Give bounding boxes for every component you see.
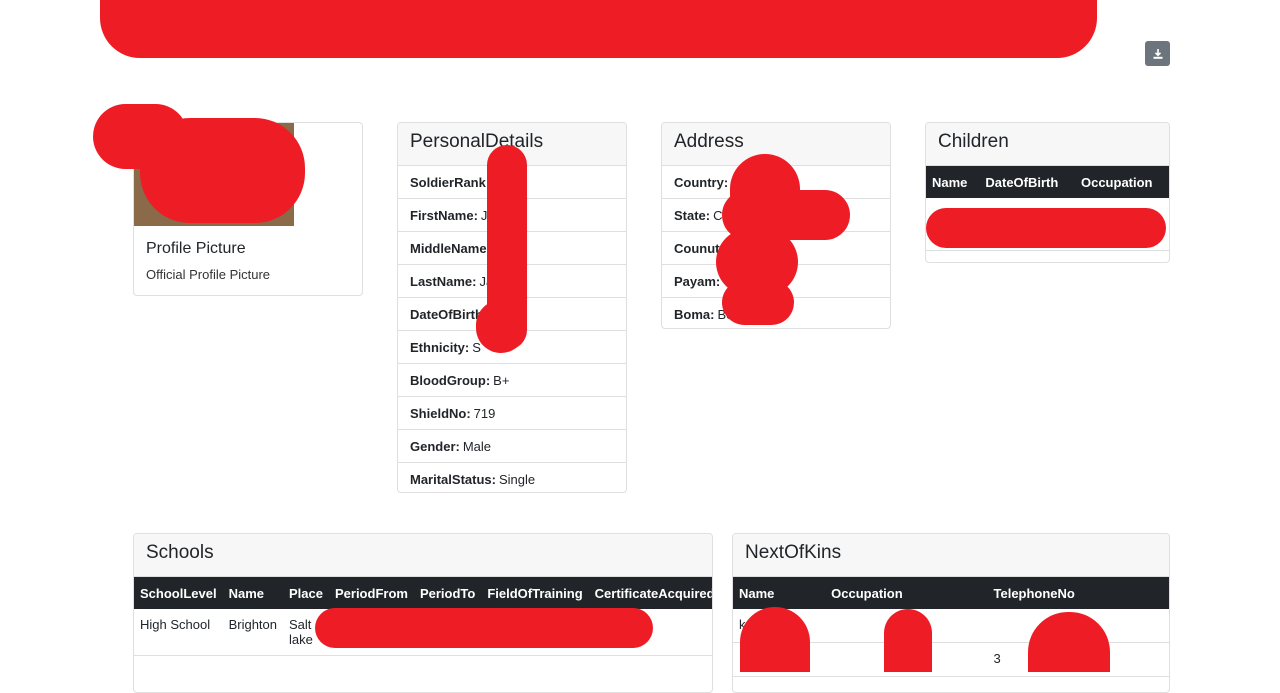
- column-header: TelephoneNo: [993, 585, 1075, 601]
- redaction-mark: [884, 609, 932, 672]
- detail-value: B+: [493, 372, 510, 388]
- column-header: DateOfBirth: [985, 174, 1059, 190]
- detail-row: ShieldNo: 719: [398, 397, 626, 430]
- detail-label: ShieldNo:: [410, 405, 471, 421]
- column-header: Occupation: [1080, 174, 1153, 190]
- column-header: Place: [289, 585, 323, 601]
- detail-row: BloodGroup: B+: [398, 364, 626, 397]
- detail-label: Payam:: [674, 273, 721, 289]
- children-title: Children: [926, 123, 1169, 166]
- profile-card-title: Profile Picture: [146, 240, 246, 257]
- detail-label: Gender:: [410, 438, 460, 454]
- column-header: SchoolLevel: [140, 585, 217, 601]
- detail-label: Boma:: [674, 307, 715, 322]
- detail-label: FirstName:: [410, 207, 478, 223]
- column-header: PeriodFrom: [334, 585, 408, 601]
- column-header: Occupation: [831, 585, 903, 601]
- detail-label: BloodGroup:: [410, 372, 491, 388]
- column-header: PeriodTo: [419, 585, 476, 601]
- redaction-mark: [476, 300, 526, 353]
- detail-label: SoldierRank:: [410, 174, 491, 190]
- detail-label: State:: [674, 207, 711, 223]
- detail-label: Ethnicity:: [410, 339, 470, 355]
- redaction-mark: [140, 118, 305, 223]
- column-header: Name: [228, 585, 264, 601]
- detail-value: Male: [462, 438, 492, 454]
- profile-card-subtitle: Official Profile Picture: [146, 267, 271, 282]
- detail-label: MiddleName:: [410, 240, 491, 256]
- schools-title: Schools: [134, 534, 712, 577]
- column-header: Name: [739, 585, 775, 601]
- next-of-kins-title: NextOfKins: [733, 534, 1169, 577]
- detail-row: MaritalStatus: Single: [398, 463, 626, 492]
- redaction-mark: [100, 0, 1097, 58]
- detail-label: Country:: [674, 174, 729, 190]
- column-header: FieldOfTraining: [487, 585, 583, 601]
- column-header: CertificateAcquired: [594, 585, 713, 601]
- table-row: [926, 250, 1169, 262]
- school-level: High School: [134, 609, 223, 656]
- download-icon: [1153, 48, 1162, 59]
- detail-value: 719: [473, 405, 496, 421]
- detail-label: MaritalStatus:: [410, 472, 496, 487]
- detail-row: Gender: Male: [398, 430, 626, 463]
- column-header: Name: [932, 174, 968, 190]
- redaction-mark: [926, 208, 1166, 248]
- school-name: Brighton: [222, 609, 283, 656]
- detail-label: LastName:: [410, 273, 477, 289]
- redaction-mark: [740, 607, 810, 672]
- detail-value: Single: [498, 472, 536, 487]
- download-button[interactable]: [1145, 41, 1170, 66]
- redaction-mark: [315, 608, 653, 648]
- redaction-mark: [722, 280, 794, 325]
